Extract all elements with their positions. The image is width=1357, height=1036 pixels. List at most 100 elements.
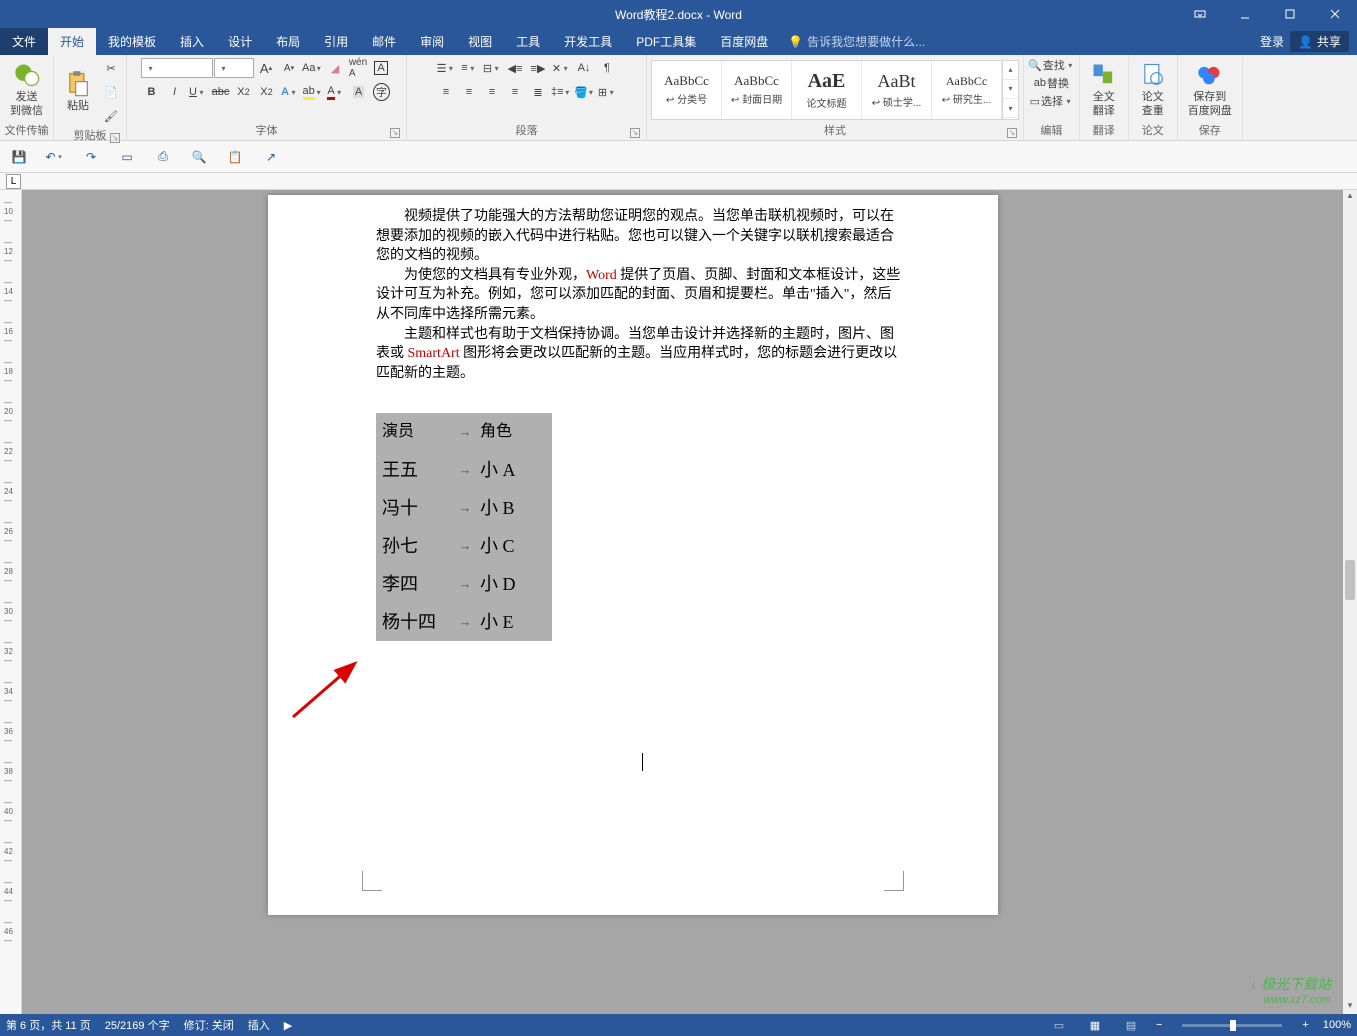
share-button[interactable]: 👤 共享: [1290, 31, 1349, 52]
distribute-button[interactable]: ≣: [527, 81, 549, 103]
style-item-4[interactable]: AaBbCc↩ 研究生...: [932, 61, 1002, 119]
increase-indent-button[interactable]: ≡▶: [527, 57, 549, 79]
tab-file[interactable]: 文件: [0, 28, 48, 55]
cut-button[interactable]: ✂: [100, 57, 122, 79]
status-words[interactable]: 25/2169 个字: [105, 1017, 170, 1033]
tab-view[interactable]: 视图: [456, 28, 504, 55]
print-layout-button[interactable]: ▦: [1084, 1016, 1106, 1034]
tab-pdftools[interactable]: PDF工具集: [624, 28, 708, 55]
subscript-button[interactable]: X2: [233, 81, 255, 103]
qat-btn-7[interactable]: 📋: [224, 146, 246, 168]
status-track[interactable]: 修订: 关闭: [184, 1017, 234, 1033]
highlight-button[interactable]: ab▾: [302, 81, 324, 103]
align-right-button[interactable]: ≡: [481, 81, 503, 103]
clipboard-dialog-launcher[interactable]: ↘: [110, 133, 120, 143]
ribbon-options-icon[interactable]: [1177, 0, 1222, 28]
font-color-button[interactable]: A▾: [325, 81, 347, 103]
font-dialog-launcher[interactable]: ↘: [390, 128, 400, 138]
qat-btn-6[interactable]: 🔍: [188, 146, 210, 168]
selected-table[interactable]: 演员→角色 王五→小 A 冯十→小 B 孙七→小 C 李四→小 D 杨十四→小 …: [376, 413, 904, 641]
font-family-combo[interactable]: ▾: [141, 58, 213, 78]
zoom-in-button[interactable]: +: [1302, 1019, 1308, 1031]
align-left-button[interactable]: ≡: [435, 81, 457, 103]
web-layout-button[interactable]: ▤: [1120, 1016, 1142, 1034]
align-center-button[interactable]: ≡: [458, 81, 480, 103]
style-item-0[interactable]: AaBbCc↩ 分类号: [652, 61, 722, 119]
copy-button[interactable]: 📄: [100, 81, 122, 103]
minimize-icon[interactable]: [1222, 0, 1267, 28]
status-page[interactable]: 第 6 页，共 11 页: [6, 1017, 91, 1033]
tab-design[interactable]: 设计: [216, 28, 264, 55]
tab-mytemplates[interactable]: 我的模板: [96, 28, 168, 55]
borders-button[interactable]: ⊞▾: [596, 81, 618, 103]
show-marks-button[interactable]: ¶: [596, 57, 618, 79]
change-case-button[interactable]: Aa▾: [301, 57, 323, 79]
login-link[interactable]: 登录: [1260, 33, 1284, 50]
styles-scroll-down[interactable]: ▾: [1003, 80, 1018, 99]
zoom-slider[interactable]: [1182, 1024, 1282, 1027]
shading-button[interactable]: 🪣▾: [573, 81, 595, 103]
clear-format-button[interactable]: ◢: [324, 57, 346, 79]
vertical-scrollbar[interactable]: ▴ ▾: [1343, 190, 1357, 1014]
select-button[interactable]: ▭选择▾: [1030, 93, 1073, 109]
scroll-thumb[interactable]: [1345, 560, 1355, 600]
paragraph-dialog-launcher[interactable]: ↘: [630, 128, 640, 138]
thesis-check-button[interactable]: 论文 查重: [1133, 59, 1173, 119]
tell-me-search[interactable]: 💡 告诉我您想要做什么...: [780, 28, 933, 55]
qat-btn-8[interactable]: ↗: [260, 146, 282, 168]
superscript-button[interactable]: X2: [256, 81, 278, 103]
paragraph-2[interactable]: 为使您的文档具有专业外观，Word 提供了页眉、页脚、封面和文本框设计，这些设计…: [376, 266, 904, 325]
close-icon[interactable]: [1312, 0, 1357, 28]
format-painter-button[interactable]: 🖌: [100, 105, 122, 127]
scroll-down-button[interactable]: ▾: [1343, 1000, 1357, 1014]
numbering-button[interactable]: ≡▾: [458, 57, 480, 79]
line-spacing-button[interactable]: ‡≡▾: [550, 81, 572, 103]
tab-tools[interactable]: 工具: [504, 28, 552, 55]
multilevel-button[interactable]: ⊟▾: [481, 57, 503, 79]
save-baidu-button[interactable]: 保存到 百度网盘: [1182, 59, 1238, 119]
char-border-button[interactable]: A: [370, 57, 392, 79]
paste-button[interactable]: 粘贴: [58, 68, 98, 115]
style-item-3[interactable]: AaBt↩ 硕士学...: [862, 61, 932, 119]
send-to-wechat-button[interactable]: 发送 到微信: [4, 59, 49, 119]
enclose-char-button[interactable]: 字: [371, 81, 393, 103]
sort-button[interactable]: A↓: [573, 57, 595, 79]
strikethrough-button[interactable]: abc: [210, 81, 232, 103]
tab-developer[interactable]: 开发工具: [552, 28, 624, 55]
styles-scroll-up[interactable]: ▴: [1003, 61, 1018, 80]
phonetic-guide-button[interactable]: wénA: [347, 57, 369, 79]
tab-home[interactable]: 开始: [48, 28, 96, 55]
qat-btn-5[interactable]: ⎙: [152, 146, 174, 168]
tab-layout[interactable]: 布局: [264, 28, 312, 55]
tab-baidupan[interactable]: 百度网盘: [708, 28, 780, 55]
fulltext-translate-button[interactable]: 全文 翻译: [1084, 59, 1124, 119]
status-macro-icon[interactable]: ▶: [284, 1019, 292, 1032]
scroll-up-button[interactable]: ▴: [1343, 190, 1357, 204]
styles-dialog-launcher[interactable]: ↘: [1007, 128, 1017, 138]
replace-button[interactable]: ab替换: [1034, 75, 1069, 91]
decrease-indent-button[interactable]: ◀≡: [504, 57, 526, 79]
tab-mailings[interactable]: 邮件: [360, 28, 408, 55]
status-insert[interactable]: 插入: [248, 1017, 270, 1033]
read-mode-button[interactable]: ▭: [1048, 1016, 1070, 1034]
grow-font-button[interactable]: A▴: [255, 57, 277, 79]
styles-expand[interactable]: ▾: [1003, 99, 1018, 118]
undo-button[interactable]: ↶▾: [44, 146, 66, 168]
qat-btn-4[interactable]: ▭: [116, 146, 138, 168]
tab-insert[interactable]: 插入: [168, 28, 216, 55]
paragraph-3[interactable]: 主题和样式也有助于文档保持协调。当您单击设计并选择新的主题时，图片、图表或 Sm…: [376, 325, 904, 384]
justify-button[interactable]: ≡: [504, 81, 526, 103]
underline-button[interactable]: U▾: [187, 81, 209, 103]
zoom-level[interactable]: 100%: [1323, 1019, 1351, 1031]
vertical-ruler[interactable]: —10——12——14——16——18——20——22——24——26——28—…: [0, 190, 22, 1014]
zoom-out-button[interactable]: −: [1156, 1019, 1162, 1031]
save-button[interactable]: 💾: [8, 146, 30, 168]
text-effects-button[interactable]: A▾: [279, 81, 301, 103]
bold-button[interactable]: B: [141, 81, 163, 103]
styles-gallery[interactable]: AaBbCc↩ 分类号 AaBbCc↩ 封面日期 AaE论文标题 AaBt↩ 硕…: [651, 60, 1019, 120]
shrink-font-button[interactable]: A▾: [278, 57, 300, 79]
tab-type-button[interactable]: L: [6, 174, 21, 189]
style-item-2[interactable]: AaE论文标题: [792, 61, 862, 119]
bullets-button[interactable]: ☰▾: [435, 57, 457, 79]
tab-review[interactable]: 审阅: [408, 28, 456, 55]
